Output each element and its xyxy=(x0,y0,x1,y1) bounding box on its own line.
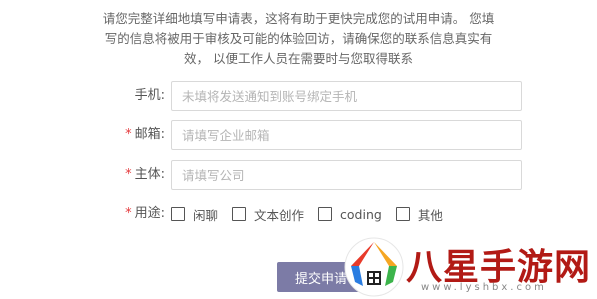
required-mark: * xyxy=(125,127,132,142)
email-label: * 邮箱: xyxy=(125,127,165,142)
company-label: * 主体: xyxy=(125,167,165,182)
purpose-option-chat[interactable]: 闲聊 xyxy=(171,205,218,224)
watermark-url: www.lyshbx.com xyxy=(421,282,547,293)
intro-line-1: 请您完整详细地填写申请表，这将有助于更快完成您的试用申请。 您填 xyxy=(102,11,495,26)
phone-row: 手机: xyxy=(0,81,597,111)
phone-label: 手机: xyxy=(134,88,165,103)
purpose-option-coding[interactable]: coding xyxy=(318,207,382,222)
checkbox[interactable] xyxy=(232,207,247,221)
purpose-option-other[interactable]: 其他 xyxy=(395,205,443,224)
checkbox[interactable] xyxy=(395,207,410,221)
company-field[interactable] xyxy=(171,160,522,190)
company-row: * 主体: xyxy=(0,160,597,190)
phone-field[interactable] xyxy=(171,81,522,111)
purpose-options: 闲聊 文本创作 coding 其他 xyxy=(171,199,457,229)
email-row: * 邮箱: xyxy=(0,120,597,150)
intro-text: 请您完整详细地填写申请表，这将有助于更快完成您的试用申请。 您填 写的信息将被用… xyxy=(0,9,597,69)
purpose-option-writing[interactable]: 文本创作 xyxy=(232,205,304,224)
intro-line-3: 效， 以便工作人员在需要时与您取得联系 xyxy=(184,51,413,66)
email-field[interactable] xyxy=(171,120,522,150)
checkbox[interactable] xyxy=(318,207,333,221)
required-mark: * xyxy=(125,206,132,221)
watermark-logo-icon xyxy=(344,237,404,297)
watermark: 八星手游网 www.lyshbx.com xyxy=(343,236,597,299)
intro-line-2: 写的信息将被用于审核及可能的体验回访，请确保您的联系信息真实有 xyxy=(104,31,493,46)
purpose-label: * 用途: xyxy=(125,206,165,221)
checkbox[interactable] xyxy=(171,207,185,221)
purpose-row: * 用途: 闲聊 文本创作 coding 其他 xyxy=(0,199,597,229)
required-mark: * xyxy=(125,167,132,182)
